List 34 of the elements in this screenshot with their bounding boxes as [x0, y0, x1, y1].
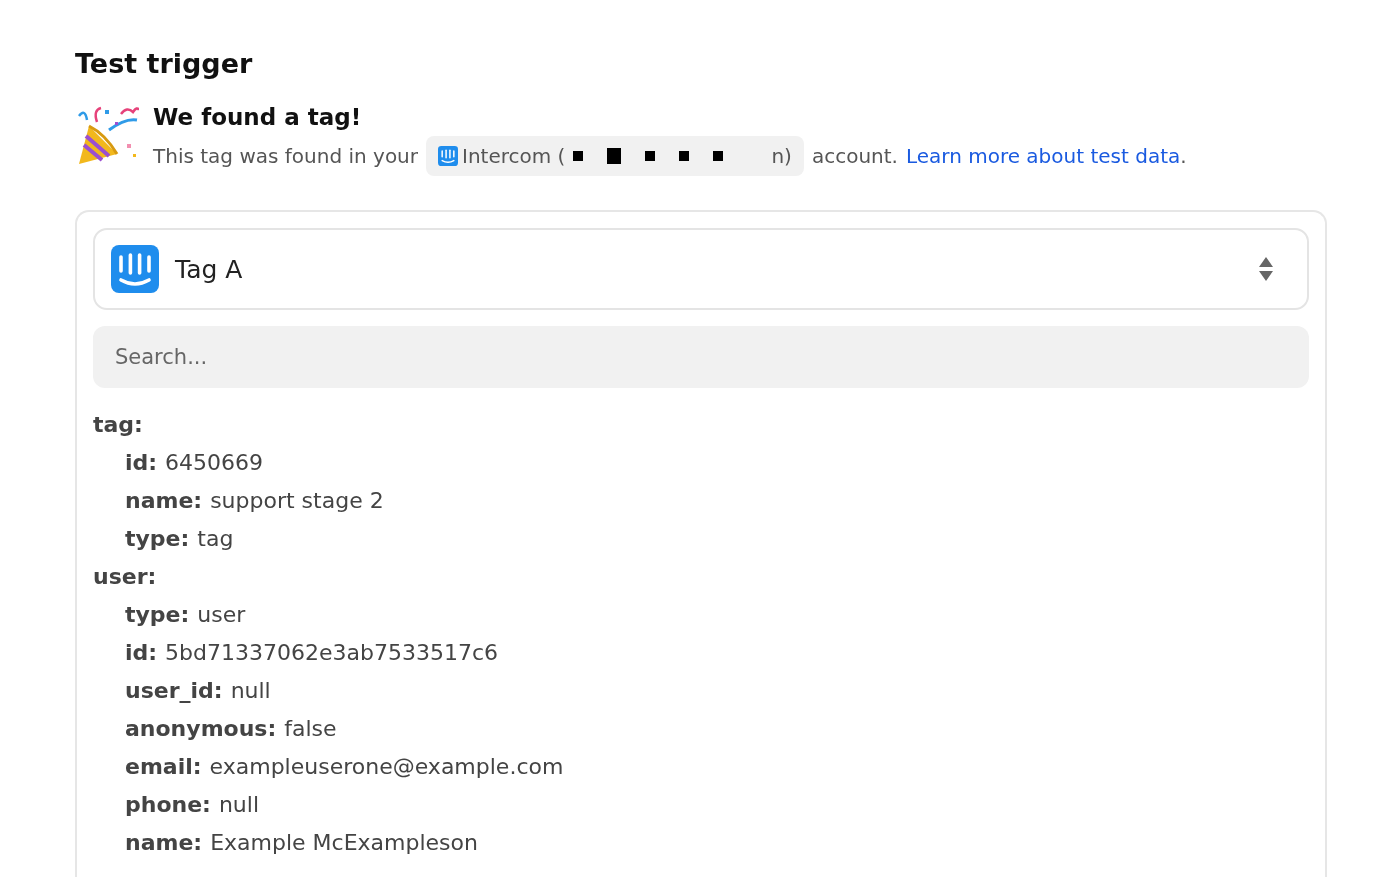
- field-key: user:: [93, 558, 157, 596]
- field-key: id:: [125, 634, 158, 672]
- notice-text: account.: [811, 144, 898, 168]
- search-field[interactable]: Search...: [93, 326, 1309, 388]
- notice-text: This tag was found in your: [153, 144, 418, 168]
- field-key: type:: [125, 596, 190, 634]
- field-value: user: [197, 601, 246, 629]
- section-title: Test trigger: [75, 47, 254, 81]
- intercom-logo-icon: [438, 146, 458, 166]
- tag-select[interactable]: Tag A: [93, 228, 1309, 310]
- field-key: email:: [125, 748, 202, 786]
- period-text: .: [1180, 144, 1187, 168]
- field-value: 6450669: [165, 449, 264, 477]
- field-value: 5bd71337062e3ab7533517c6: [165, 639, 499, 667]
- field-value: tag: [197, 525, 234, 553]
- field-key: phone:: [125, 786, 211, 824]
- account-chip: Intercom ( n): [426, 136, 804, 176]
- field-value: null: [218, 791, 260, 819]
- field-value: null: [230, 677, 271, 705]
- field-key: anonymous:: [125, 710, 277, 748]
- field-key: user_id:: [125, 672, 223, 710]
- notice-heading: We found a tag!: [153, 103, 363, 132]
- up-down-caret-icon: [1259, 257, 1273, 281]
- field-key: name:: [125, 824, 203, 862]
- field-value: support stage 2: [210, 487, 384, 515]
- field-key: type:: [125, 520, 190, 558]
- intercom-logo-icon: [111, 245, 159, 293]
- test-data-link[interactable]: Learn more about test data: [905, 144, 1181, 168]
- field-value: exampleuserone@example.com: [209, 753, 564, 781]
- field-value: false: [284, 715, 337, 743]
- field-value: Example McExampleson: [210, 829, 478, 857]
- field-key: tag:: [93, 406, 143, 444]
- field-key: name:: [125, 482, 203, 520]
- field-key: id:: [125, 444, 158, 482]
